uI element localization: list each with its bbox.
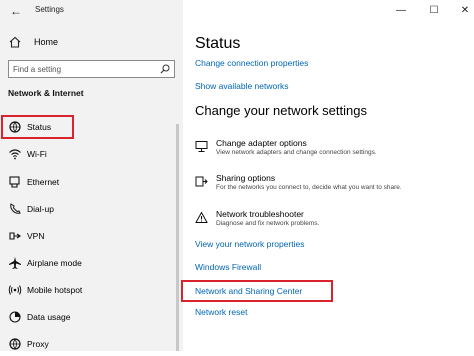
sidebar-item-airplane-mode[interactable]: Airplane mode — [0, 251, 183, 275]
search-box[interactable] — [8, 60, 175, 78]
dialup-icon — [10, 203, 21, 214]
search-input[interactable] — [13, 62, 153, 76]
change-adapter-options[interactable]: Change adapter options View network adap… — [195, 138, 465, 160]
back-arrow-icon[interactable]: ← — [8, 3, 24, 19]
highlight-box — [181, 280, 333, 302]
sidebar-item-label: Dial-up — [27, 204, 54, 214]
sidebar-item-wifi[interactable]: Wi-Fi — [0, 142, 183, 166]
sharing-icon — [195, 176, 208, 187]
highlight-box — [1, 115, 74, 139]
globe-icon — [9, 338, 21, 350]
option-description: View network adapters and change connect… — [216, 149, 377, 156]
airplane-icon — [9, 257, 21, 269]
vpn-icon — [9, 232, 21, 240]
section-heading: Change your network settings — [195, 103, 367, 118]
option-title: Network troubleshooter — [216, 209, 304, 219]
warning-icon — [195, 211, 208, 223]
sidebar-item-ethernet[interactable]: Ethernet — [0, 170, 183, 194]
window-title: Settings — [35, 5, 64, 14]
page-title: Status — [195, 35, 241, 52]
sidebar-item-label: Data usage — [27, 312, 71, 322]
sidebar-item-label: Wi-Fi — [27, 149, 47, 159]
sharing-options[interactable]: Sharing options For the networks you con… — [195, 173, 465, 195]
title-bar: ← Settings — ☐ ✕ — [0, 0, 474, 22]
change-connection-properties-link[interactable]: Change connection properties — [195, 58, 308, 68]
option-title: Sharing options — [216, 173, 276, 183]
settings-window: ← Settings — ☐ ✕ Home Network & Internet… — [0, 0, 474, 351]
close-icon[interactable]: ✕ — [456, 3, 474, 19]
sidebar-scrollbar[interactable] — [176, 124, 179, 351]
sidebar-item-label: Ethernet — [27, 177, 60, 187]
minimize-icon[interactable]: — — [392, 3, 410, 19]
sidebar-item-dialup[interactable]: Dial-up — [0, 197, 183, 221]
sidebar-item-label: Airplane mode — [27, 258, 82, 268]
sidebar-item-proxy[interactable]: Proxy — [0, 332, 183, 356]
ethernet-icon — [9, 176, 20, 188]
sidebar-item-data-usage[interactable]: Data usage — [0, 305, 183, 329]
sidebar-item-label: VPN — [27, 231, 45, 241]
search-icon[interactable] — [160, 64, 170, 74]
option-description: Diagnose and fix network problems. — [216, 220, 320, 227]
sidebar-item-label: Mobile hotspot — [27, 285, 83, 295]
view-network-properties-link[interactable]: View your network properties — [195, 239, 304, 249]
network-troubleshooter[interactable]: Network troubleshooter Diagnose and fix … — [195, 209, 465, 231]
network-reset-link[interactable]: Network reset — [195, 307, 247, 317]
windows-firewall-link[interactable]: Windows Firewall — [195, 262, 261, 272]
home-label: Home — [34, 37, 59, 47]
maximize-icon[interactable]: ☐ — [425, 3, 443, 19]
sidebar-item-mobile-hotspot[interactable]: Mobile hotspot — [0, 278, 183, 302]
home-nav-item[interactable]: Home — [8, 34, 58, 50]
data-usage-icon — [9, 311, 21, 323]
home-icon — [9, 36, 21, 48]
hotspot-icon — [8, 285, 22, 295]
sidebar-item-vpn[interactable]: VPN — [0, 224, 183, 248]
show-available-networks-link[interactable]: Show available networks — [195, 81, 289, 91]
adapter-icon — [195, 141, 208, 152]
option-title: Change adapter options — [216, 138, 307, 148]
sidebar-item-label: Proxy — [27, 339, 49, 349]
section-title: Network & Internet — [8, 88, 84, 98]
wifi-icon — [9, 149, 21, 160]
option-description: For the networks you connect to, decide … — [216, 184, 402, 191]
